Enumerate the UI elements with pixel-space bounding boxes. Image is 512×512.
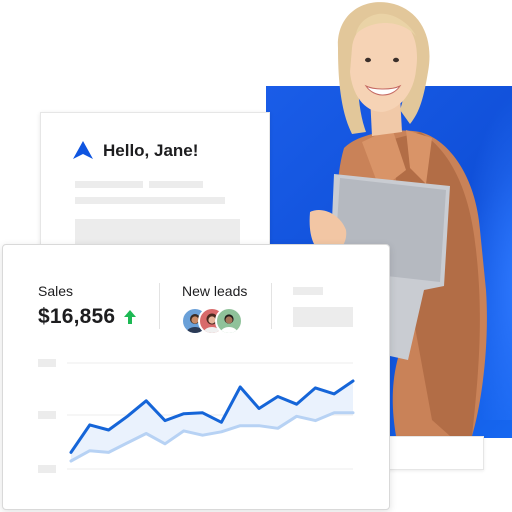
y-tick-label-placeholder <box>38 359 56 367</box>
y-tick-label-placeholder <box>38 465 56 473</box>
triangle-logo-icon <box>73 141 93 159</box>
greeting-title: Hello, Jane! <box>103 141 199 160</box>
placeholder-line <box>149 181 203 188</box>
y-tick-label-placeholder <box>38 411 56 419</box>
background-card-edge <box>382 436 484 470</box>
y-tick-placeholders <box>38 359 56 473</box>
placeholder-line <box>75 181 143 188</box>
placeholder-line <box>75 197 225 204</box>
sales-dashboard-card: Sales $16,856 New leads <box>2 244 390 510</box>
sales-line-chart <box>38 359 355 473</box>
greeting-card: Hello, Jane! <box>40 112 270 254</box>
